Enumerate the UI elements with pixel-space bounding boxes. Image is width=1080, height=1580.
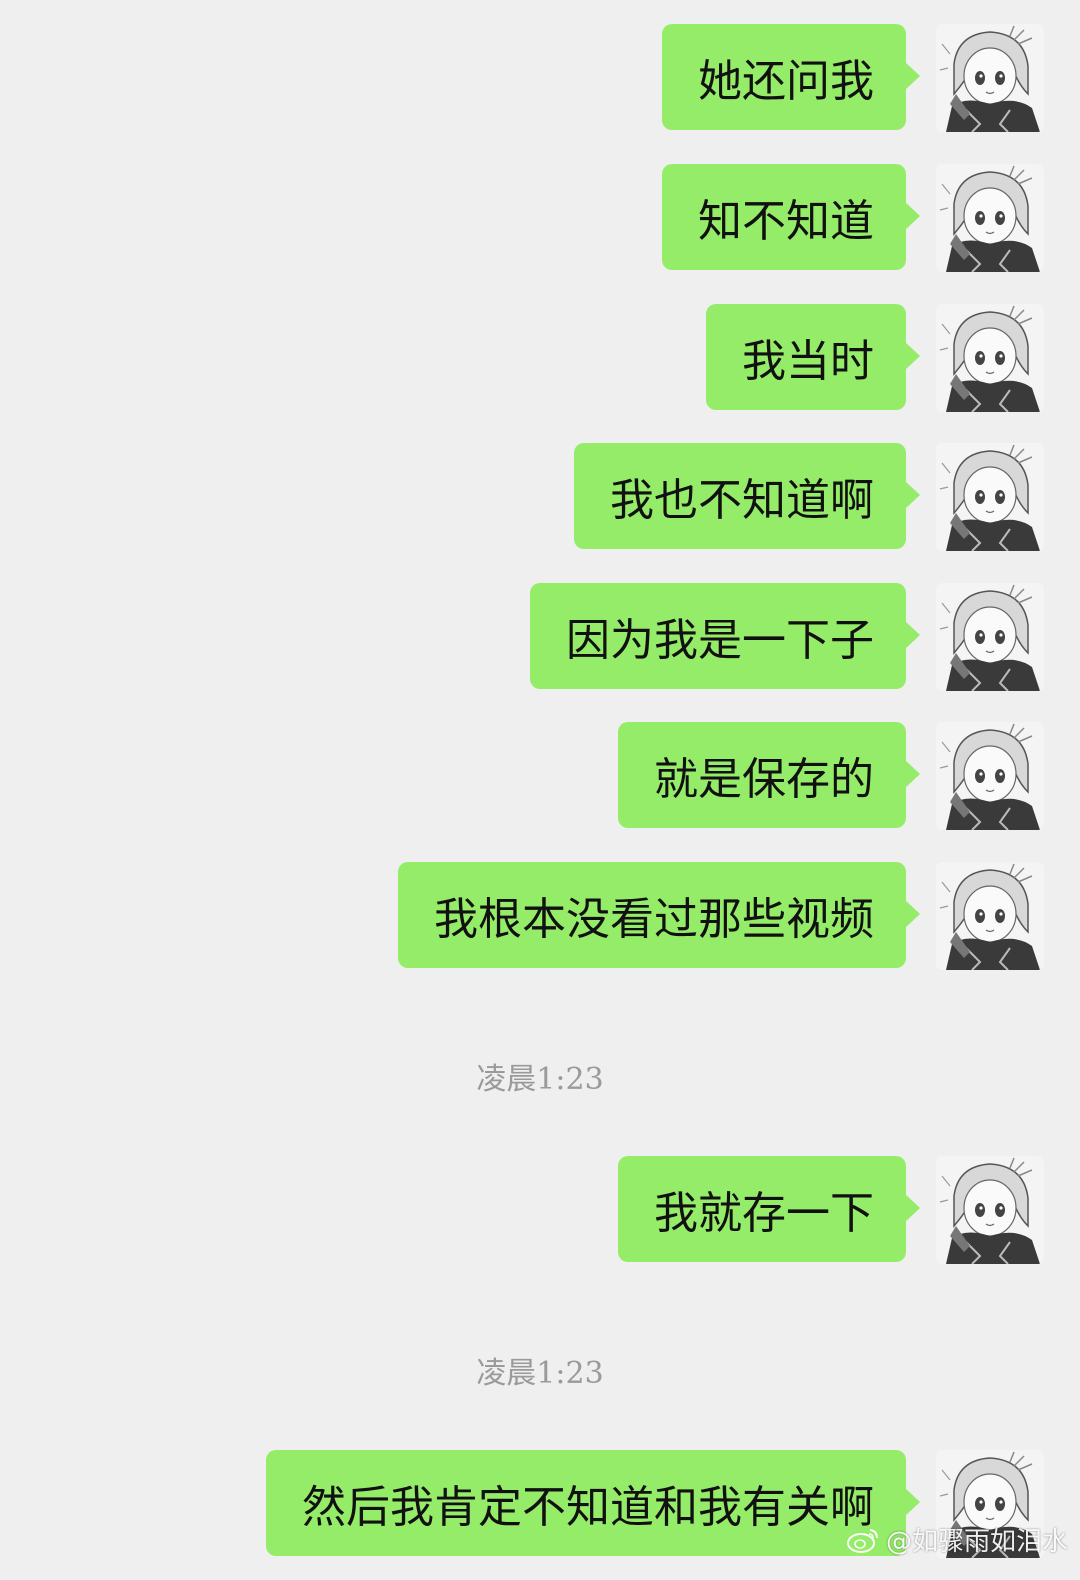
- user-avatar[interactable]: [936, 1156, 1044, 1264]
- chat-area[interactable]: 她还问我 知不知道 我当时 我也不知道啊 因为我是一下子 就是保存的 我根本没看…: [0, 0, 1080, 1580]
- weibo-icon: [846, 1528, 878, 1553]
- user-avatar[interactable]: [936, 24, 1044, 132]
- message-bubble[interactable]: 我也不知道啊: [574, 443, 920, 549]
- message-row: 因为我是一下子: [530, 583, 1044, 691]
- message-row: 就是保存的: [618, 722, 1044, 830]
- user-avatar[interactable]: [936, 862, 1044, 970]
- user-avatar[interactable]: [936, 443, 1044, 551]
- user-avatar[interactable]: [936, 583, 1044, 691]
- timestamp: 凌晨1:23: [476, 1062, 604, 1097]
- message-bubble[interactable]: 我根本没看过那些视频: [398, 862, 920, 968]
- message-bubble[interactable]: 然后我肯定不知道和我有关啊: [266, 1450, 920, 1556]
- user-avatar[interactable]: [936, 164, 1044, 272]
- timestamp: 凌晨1:23: [476, 1356, 604, 1391]
- message-row: 我就存一下: [618, 1156, 1044, 1264]
- watermark: @如骤雨如泪水: [846, 1521, 1068, 1558]
- message-row: 她还问我: [662, 24, 1044, 132]
- watermark-text: @如骤雨如泪水: [885, 1527, 1068, 1557]
- message-row: 知不知道: [662, 164, 1044, 272]
- message-bubble[interactable]: 我当时: [706, 304, 920, 410]
- message-bubble[interactable]: 就是保存的: [618, 722, 920, 828]
- message-bubble[interactable]: 知不知道: [662, 164, 920, 270]
- message-bubble[interactable]: 我就存一下: [618, 1156, 920, 1262]
- message-row: 我根本没看过那些视频: [398, 862, 1044, 970]
- message-bubble[interactable]: 她还问我: [662, 24, 920, 130]
- message-row: 我也不知道啊: [574, 443, 1044, 551]
- user-avatar[interactable]: [936, 304, 1044, 412]
- message-row: 我当时: [706, 304, 1044, 412]
- message-bubble[interactable]: 因为我是一下子: [530, 583, 920, 689]
- user-avatar[interactable]: [936, 722, 1044, 830]
